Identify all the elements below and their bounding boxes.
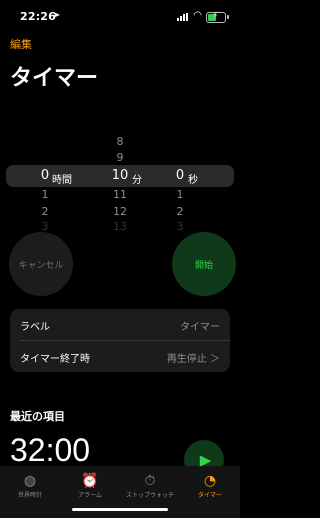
location-arrow-icon: ➤ [52,10,61,21]
hours-below-3: 3 [41,220,49,233]
tab-stopwatch-label: ストップウォッチ [125,492,174,499]
when-timer-ends-value: 再生停止 ＞ [166,354,220,365]
edit-button[interactable]: 編集 [10,36,32,52]
minutes-above-2: 9 [116,151,124,164]
when-timer-ends-title: タイマー終了時 [20,354,90,365]
cancel-button[interactable]: キャンセル [9,232,73,296]
signal-icon [177,13,188,21]
hours-unit: 時間 [52,175,72,186]
seconds-unit: 秒 [188,175,198,186]
tab-alarm-label: アラーム [78,492,102,499]
tab-timer[interactable]: ◔ タイマー [180,472,240,499]
stopwatch-icon: ⏱ [144,473,156,489]
battery-icon: ⚡ [206,11,226,23]
minutes-above-1: 8 [116,135,124,148]
tab-timer-label: タイマー [197,492,222,499]
hours-below-2: 2 [41,205,49,218]
time-picker[interactable]: 0 1 2 3 時間 8 9 10 11 12 13 分 0 1 2 3 秒 [0,125,240,233]
label-row-value: タイマー [180,322,220,333]
seconds-below-3: 3 [176,220,184,233]
status-time: 22:26 [20,10,57,23]
minutes-unit: 分 [132,175,142,186]
tab-world-clock-label: 世界時計 [17,492,42,499]
label-row[interactable]: ラベル タイマー [10,309,230,340]
globe-icon: ◍ [23,473,37,489]
settings-card: ラベル タイマー タイマー終了時 再生停止 ＞ [10,309,230,372]
status-bar: 22:26 ➤ ◠ ⚡ [0,8,240,26]
home-indicator [72,508,168,511]
seconds-below-2: 2 [176,205,184,218]
seconds-wheel[interactable]: 0 1 2 3 [150,125,210,233]
seconds-below-1: 1 [176,188,184,201]
tab-world-clock[interactable]: ◍ 世界時計 [0,472,60,499]
label-row-title: ラベル [20,322,50,333]
minutes-below-1: 11 [113,188,127,201]
recent-timer-item[interactable]: 32:00 [10,432,90,469]
tab-stopwatch[interactable]: ⏱ ストップウォッチ [120,472,180,499]
alarm-icon: ⏰ [81,473,99,489]
when-timer-ends-row[interactable]: タイマー終了時 再生停止 ＞ [10,341,230,372]
minutes-below-2: 12 [113,205,127,218]
wifi-icon: ◠ [193,10,202,21]
start-button[interactable]: 開始 [172,232,236,296]
seconds-selected: 0 [175,168,185,183]
battery-cap [227,15,229,19]
timer-icon: ◔ [203,473,217,489]
tab-alarm[interactable]: ⏰ アラーム [60,472,120,499]
minutes-below-3: 13 [113,220,127,233]
recent-heading: 最近の項目 [10,410,65,423]
page-title: タイマー [10,66,99,91]
hours-below-1: 1 [41,188,49,201]
